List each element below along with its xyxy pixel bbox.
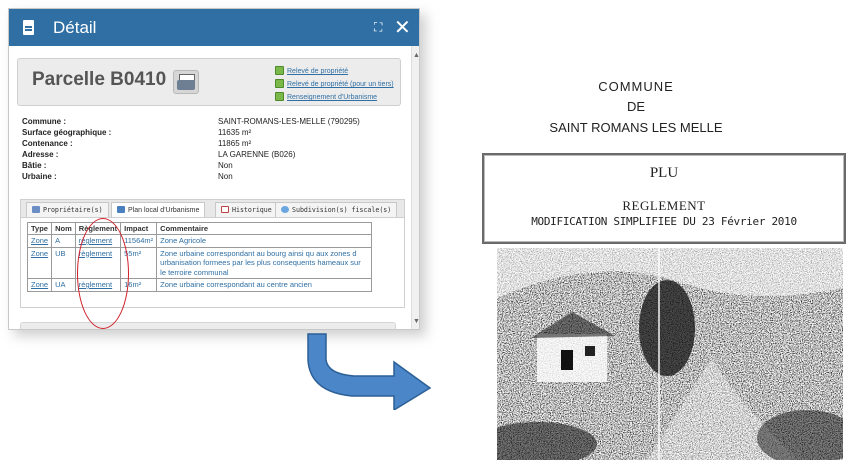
scroll-up-icon[interactable]: ▲ xyxy=(413,52,419,59)
zone-link[interactable]: Zone xyxy=(26,246,53,279)
link-releve-propriete-tiers[interactable]: Relevé de propriété (pour un tiers) xyxy=(275,79,394,88)
zone-comment: Zone urbaine correspondant au centre anc… xyxy=(156,278,373,292)
document-link-icon xyxy=(275,92,284,101)
curved-arrow-icon xyxy=(307,333,432,410)
lower-section-bar xyxy=(20,322,396,329)
doc-plu-title: PLU xyxy=(649,165,679,181)
calendar-icon xyxy=(221,206,229,213)
property-row: Contenance :11865 m² xyxy=(22,139,252,148)
zone-impact: 11564m² xyxy=(120,234,158,248)
scroll-down-icon[interactable]: ▼ xyxy=(413,318,419,325)
detail-panel: Détail ⛶ ✕ ▲ ▼ Parcelle B0410 Relevé de … xyxy=(8,8,420,330)
zone-link[interactable]: Zone xyxy=(26,234,53,248)
property-row: Urbaine : Non xyxy=(22,172,233,181)
doc-de-line: DE xyxy=(626,99,646,114)
property-row: Adresse : LA GARENNE (B026) xyxy=(22,150,296,159)
doc-commune-name: SAINT ROMANS LES MELLE xyxy=(549,120,723,135)
column-header-impact: Impact xyxy=(120,222,158,235)
parcel-header: Parcelle B0410 Relevé de propriété Relev… xyxy=(17,58,401,106)
zone-name: UB xyxy=(51,246,76,279)
table-row: Zone A règlement 11564m² Zone Agricole xyxy=(26,234,373,248)
map-icon xyxy=(117,206,125,213)
zone-name: UA xyxy=(51,278,76,292)
panel-titlebar: Détail ⛶ ✕ xyxy=(9,9,419,46)
property-row: Bâtie : Non xyxy=(22,161,233,170)
tab-bar: Propriétaire(s) Plan local d'Urbanisme H… xyxy=(20,199,405,218)
column-header-type: Type xyxy=(26,222,53,235)
property-row: Commune : SAINT-ROMANS-LES-MELLE (790295) xyxy=(22,117,360,126)
doc-reglement-title: REGLEMENT xyxy=(622,198,706,213)
document-icon xyxy=(23,20,34,35)
globe-icon xyxy=(281,206,289,213)
zone-link[interactable]: Zone xyxy=(26,278,53,292)
doc-cover-photo xyxy=(497,248,843,460)
vertical-scrollbar[interactable]: ▲ ▼ xyxy=(411,46,419,329)
property-row: Surface géographique :11635 m² xyxy=(22,128,252,137)
zone-name: A xyxy=(51,234,76,248)
expand-icon[interactable]: ⛶ xyxy=(374,20,382,35)
tab-historique[interactable]: Historique xyxy=(215,202,278,218)
column-header-commentaire: Commentaire xyxy=(156,222,373,235)
doc-commune-line: COMMUNE xyxy=(598,79,674,94)
doc-modification-line: MODIFICATION SIMPLIFIEE DU 23 Février 20… xyxy=(531,215,797,228)
link-renseignement-urbanisme[interactable]: Renseignement d'Urbanisme xyxy=(275,92,377,101)
zone-comment: Zone Agricole xyxy=(156,234,373,248)
tab-proprietaires[interactable]: Propriétaire(s) xyxy=(26,202,109,218)
table-header-row: Type Nom Règlement Impact Commentaire xyxy=(26,222,373,235)
highlight-ellipse xyxy=(77,218,129,329)
owners-icon xyxy=(32,206,40,213)
link-releve-propriete[interactable]: Relevé de propriété xyxy=(275,66,348,75)
zone-comment: Zone urbaine correspondant au bourg ains… xyxy=(156,246,373,279)
printer-icon[interactable] xyxy=(173,70,199,94)
close-icon[interactable]: ✕ xyxy=(394,15,411,40)
column-header-nom: Nom xyxy=(51,222,76,235)
parcel-title: Parcelle B0410 xyxy=(32,69,167,90)
document-link-icon xyxy=(275,66,284,75)
doc-title-frame: PLU REGLEMENT MODIFICATION SIMPLIFIEE DU… xyxy=(482,153,846,244)
tab-plan-local-urbanisme[interactable]: Plan local d'Urbanisme xyxy=(111,202,206,218)
document-link-icon xyxy=(275,79,284,88)
panel-title: Détail xyxy=(53,18,97,37)
tab-subdivisions-fiscales[interactable]: Subdivision(s) fiscale(s) xyxy=(275,202,398,218)
